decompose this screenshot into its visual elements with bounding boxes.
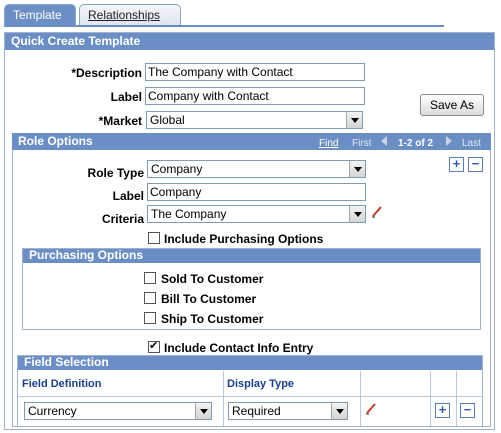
role-type-label: Role Type xyxy=(87,166,144,180)
chevron-down-icon[interactable] xyxy=(349,206,365,222)
tab-template[interactable]: Template xyxy=(4,4,76,26)
find-link[interactable]: Find xyxy=(319,138,338,149)
bill-to-checkbox[interactable] xyxy=(144,292,156,304)
sold-to-checkbox[interactable] xyxy=(144,272,156,284)
include-contact-label: Include Contact Info Entry xyxy=(164,341,314,355)
remove-field-button[interactable]: − xyxy=(460,403,475,418)
chevron-down-icon[interactable] xyxy=(346,112,362,128)
add-role-button[interactable]: + xyxy=(449,157,464,172)
remove-role-button[interactable]: − xyxy=(468,157,483,172)
next-arrow-icon[interactable] xyxy=(446,136,452,146)
col-divider xyxy=(430,371,431,426)
quick-create-header: Quick Create Template xyxy=(5,33,494,50)
ship-to-checkbox[interactable] xyxy=(144,312,156,324)
tab-relationships[interactable]: Relationships xyxy=(79,4,181,25)
col-header-field-definition[interactable]: Field Definition xyxy=(22,378,101,390)
ship-to-label: Ship To Customer xyxy=(161,312,264,326)
col-divider xyxy=(456,371,457,426)
market-select[interactable]: Global xyxy=(146,111,363,129)
description-label: *Description xyxy=(71,66,142,80)
last-link: Last xyxy=(462,138,481,149)
add-field-button[interactable]: + xyxy=(435,403,450,418)
field-selection-header: Field Selection xyxy=(18,356,482,370)
chevron-down-icon[interactable] xyxy=(195,403,211,419)
label-label: Label xyxy=(110,90,142,104)
role-label-label: Label xyxy=(112,189,144,203)
market-value: Global xyxy=(150,113,185,127)
field-definition-value: Currency xyxy=(28,404,77,418)
criteria-value: The Company xyxy=(151,207,227,221)
role-label-field[interactable]: Company xyxy=(147,183,366,201)
market-label: *Market xyxy=(98,114,142,128)
role-options-nav: Find xyxy=(319,138,338,149)
display-type-select[interactable]: Required xyxy=(228,402,348,420)
criteria-select[interactable]: The Company xyxy=(147,205,366,223)
label-field[interactable]: Company with Contact xyxy=(145,87,365,105)
role-options-title: Role Options xyxy=(18,134,93,148)
chevron-down-icon[interactable] xyxy=(331,403,347,419)
purchasing-options-header: Purchasing Options xyxy=(23,249,480,263)
include-contact-checkbox[interactable] xyxy=(148,339,160,353)
criteria-label: Criteria xyxy=(101,212,144,226)
field-definition-select[interactable]: Currency xyxy=(24,402,212,420)
include-purchasing-label: Include Purchasing Options xyxy=(164,232,324,246)
bill-to-label: Bill To Customer xyxy=(161,292,257,306)
header-row-divider xyxy=(18,396,482,397)
pencil-icon[interactable] xyxy=(370,204,384,218)
chevron-down-icon[interactable] xyxy=(349,161,365,177)
role-type-select[interactable]: Company xyxy=(147,160,366,178)
row-range: 1-2 of 2 xyxy=(398,138,434,149)
include-purchasing-checkbox[interactable] xyxy=(148,232,160,244)
col-header-display-type[interactable]: Display Type xyxy=(227,378,294,390)
role-type-value: Company xyxy=(151,162,203,176)
prev-arrow-icon[interactable] xyxy=(381,136,387,146)
col-divider xyxy=(223,371,224,426)
first-link: First xyxy=(352,138,372,149)
sold-to-label: Sold To Customer xyxy=(161,272,264,286)
display-type-value: Required xyxy=(232,404,281,418)
pencil-icon[interactable] xyxy=(364,401,378,415)
save-as-button[interactable]: Save As xyxy=(420,94,484,116)
col-divider xyxy=(360,371,361,426)
description-field[interactable]: The Company with Contact xyxy=(145,63,365,81)
